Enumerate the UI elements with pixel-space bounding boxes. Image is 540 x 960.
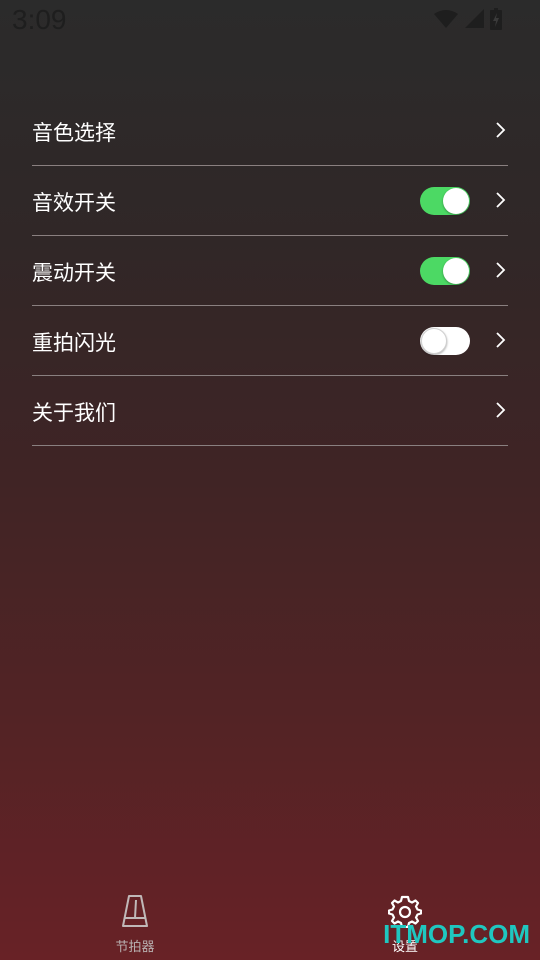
- settings-list: 音色选择 音效开关 震动开关 重拍闪光 关于我们: [32, 96, 508, 446]
- chevron-right-icon: [494, 120, 508, 140]
- setting-row-sound[interactable]: 音效开关: [32, 166, 508, 236]
- setting-row-about[interactable]: 关于我们: [32, 376, 508, 446]
- signal-icon: [464, 9, 484, 33]
- setting-row-timbre[interactable]: 音色选择: [32, 96, 508, 166]
- vibration-toggle[interactable]: [420, 257, 470, 285]
- toggle-knob: [443, 258, 469, 284]
- wifi-icon: [434, 9, 458, 33]
- accent-flash-toggle[interactable]: [420, 327, 470, 355]
- metronome-icon: [120, 895, 150, 932]
- setting-row-accent-flash[interactable]: 重拍闪光: [32, 306, 508, 376]
- toggle-knob: [443, 188, 469, 214]
- toggle-knob: [421, 328, 447, 354]
- chevron-right-icon: [494, 400, 508, 420]
- status-bar: 3:09: [0, 0, 540, 48]
- chevron-right-icon: [494, 330, 508, 350]
- nav-item-metronome[interactable]: 节拍器: [75, 894, 195, 955]
- setting-label: 关于我们: [32, 400, 116, 425]
- setting-row-vibration[interactable]: 震动开关: [32, 236, 508, 306]
- sound-toggle[interactable]: [420, 187, 470, 215]
- status-time: 3:09: [12, 4, 67, 35]
- setting-label: 音色选择: [32, 120, 116, 145]
- status-icons: [434, 8, 502, 34]
- nav-label: 节拍器: [115, 940, 155, 955]
- battery-icon: [490, 8, 502, 34]
- chevron-right-icon: [494, 260, 508, 280]
- chevron-right-icon: [494, 190, 508, 210]
- watermark: ITMOP.COM: [383, 919, 530, 949]
